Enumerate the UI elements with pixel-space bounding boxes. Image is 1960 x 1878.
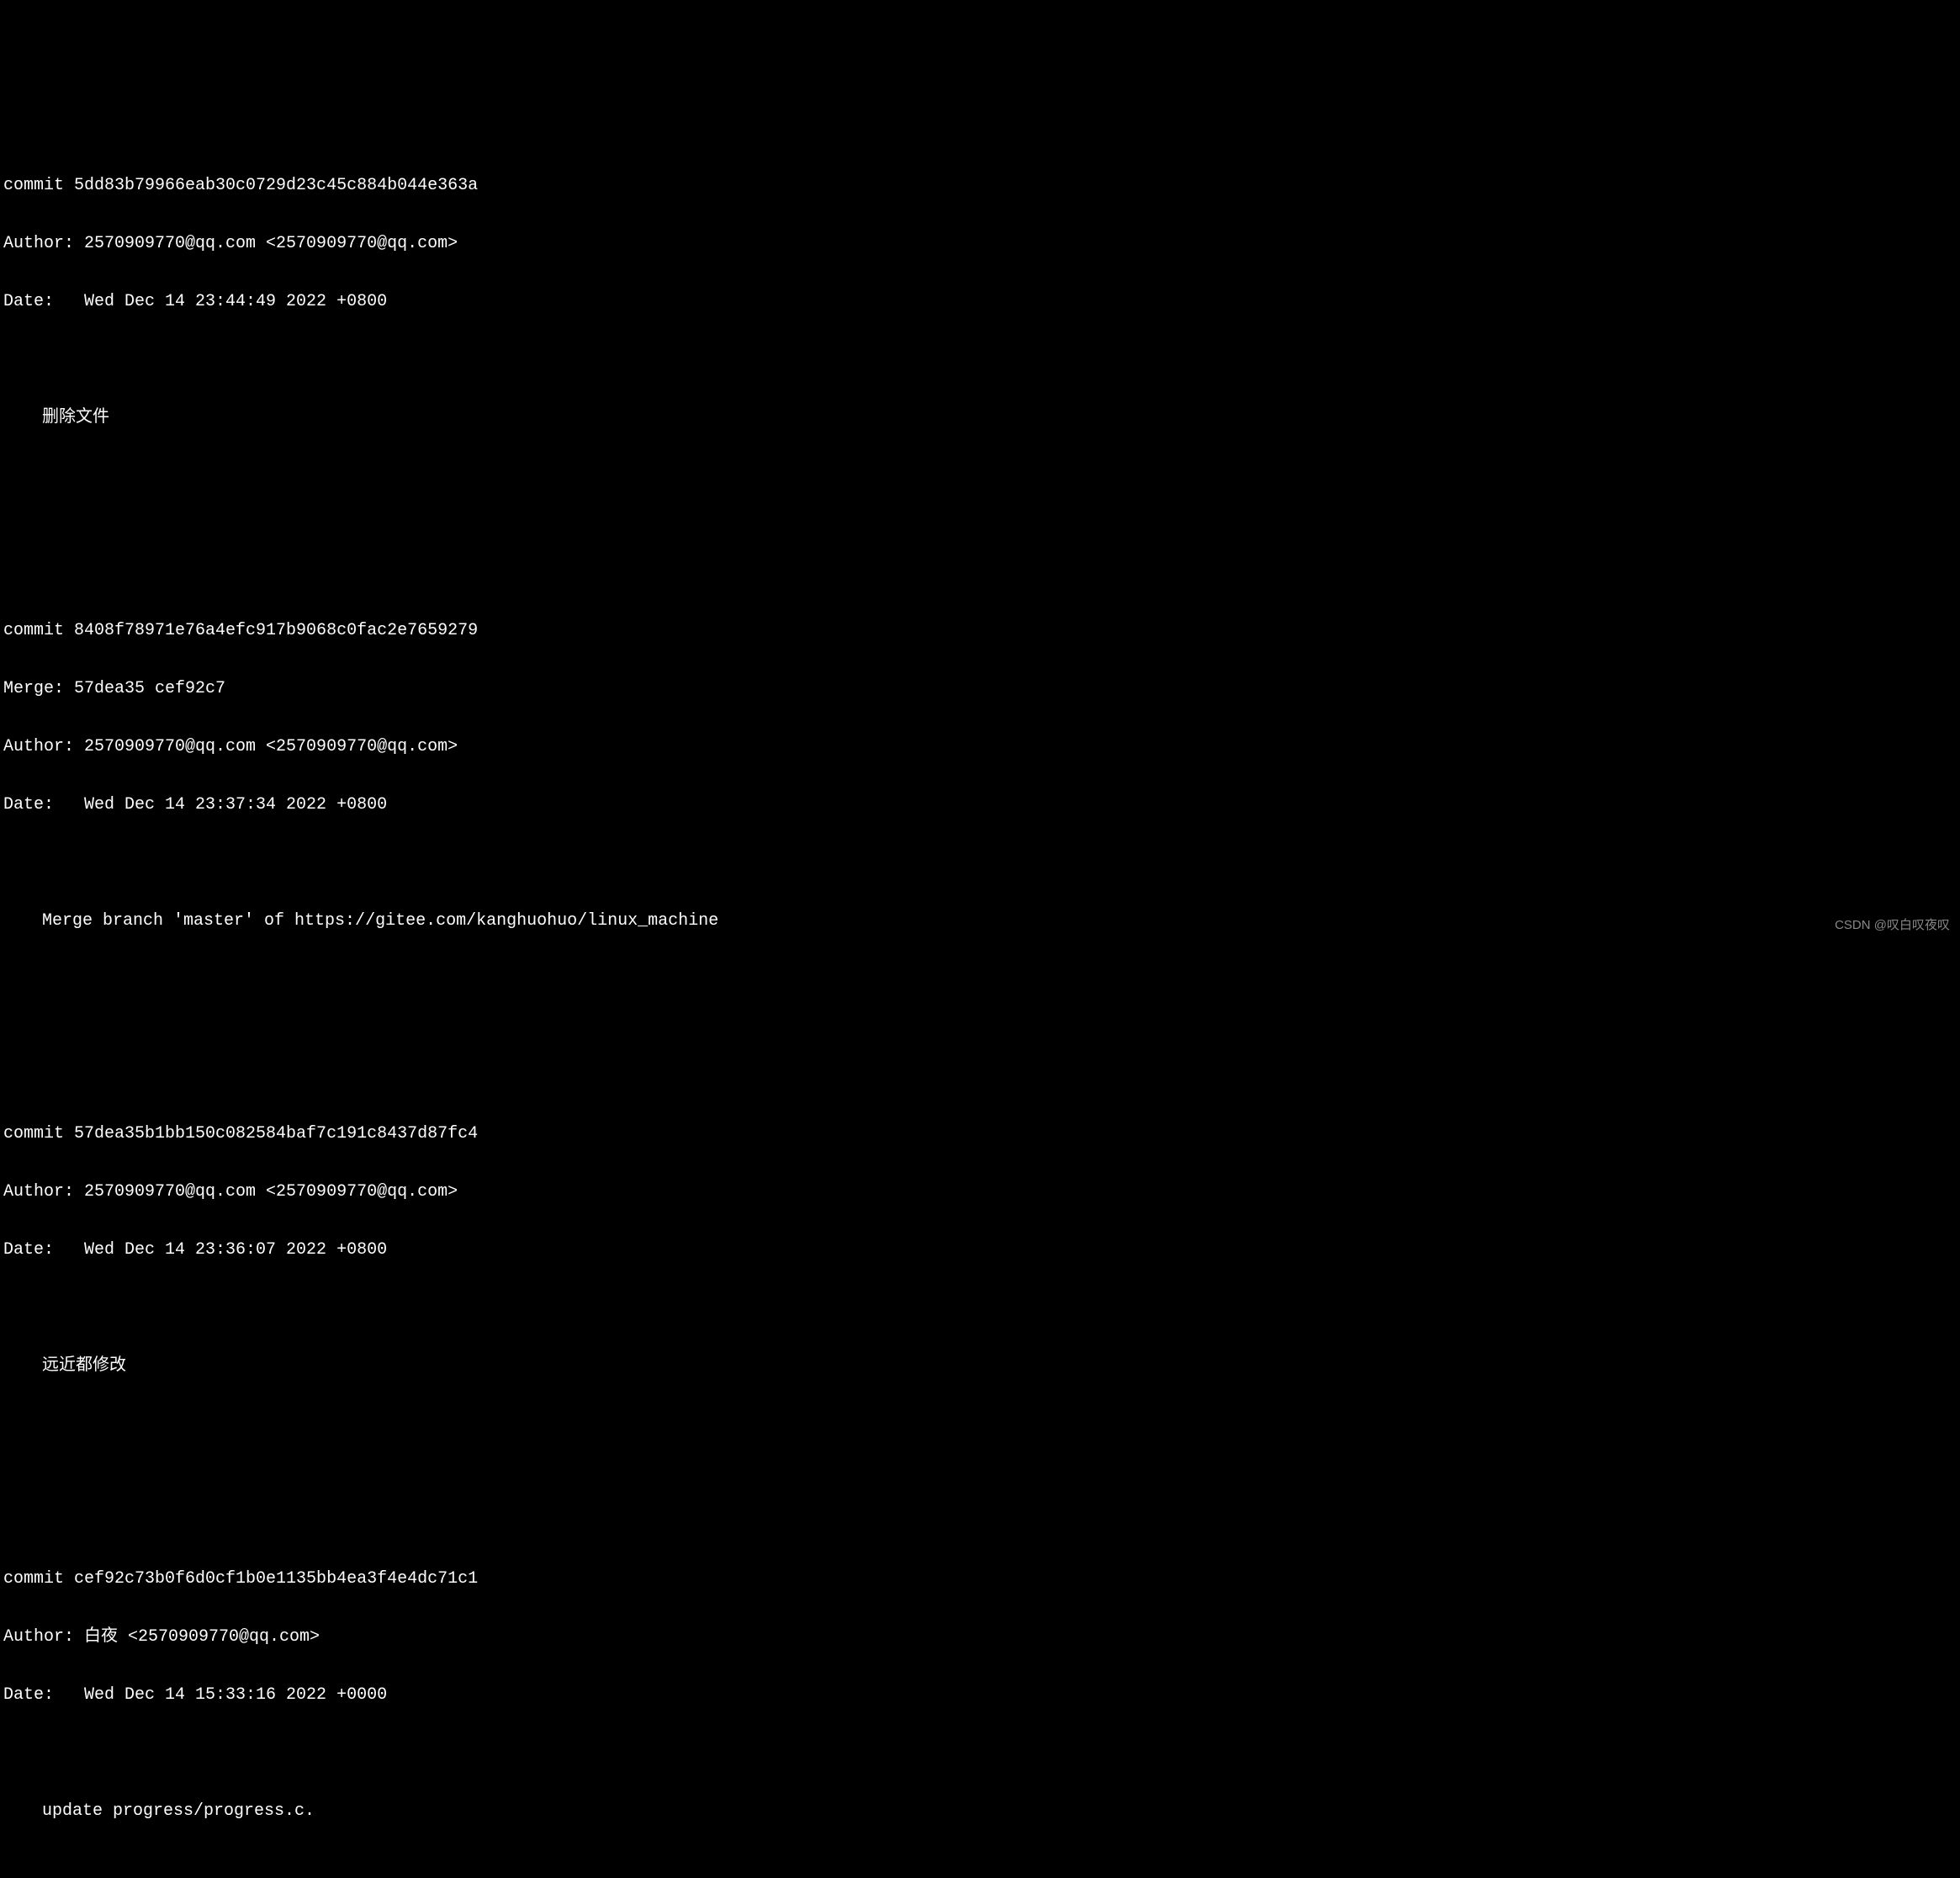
blank-line xyxy=(3,1743,1957,1763)
git-log-output: commit 5dd83b79966eab30c0729d23c45c884b0… xyxy=(3,79,1957,1878)
watermark: CSDN @叹白叹夜叹 xyxy=(1835,918,1950,932)
commit-message: update progress/progress.c. xyxy=(3,1801,1957,1821)
commit-entry: commit 57dea35b1bb150c082584baf7c191c843… xyxy=(3,1085,1957,1472)
commit-message: Merge branch 'master' of https://gitee.c… xyxy=(3,911,1957,931)
blank-line xyxy=(3,1298,1957,1318)
commit-author: Author: 2570909770@qq.com <2570909770@qq… xyxy=(3,1182,1957,1202)
blank-line xyxy=(3,1414,1957,1434)
commit-author: Author: 2570909770@qq.com <2570909770@qq… xyxy=(3,234,1957,253)
commit-hash: commit cef92c73b0f6d0cf1b0e1135bb4ea3f4e… xyxy=(3,1569,1957,1589)
commit-merge: Merge: 57dea35 cef92c7 xyxy=(3,679,1957,698)
commit-hash: commit 5dd83b79966eab30c0729d23c45c884b0… xyxy=(3,176,1957,195)
blank-line xyxy=(3,350,1957,369)
commit-date: Date: Wed Dec 14 23:44:49 2022 +0800 xyxy=(3,292,1957,311)
blank-line xyxy=(3,853,1957,873)
blank-line xyxy=(3,969,1957,989)
commit-date: Date: Wed Dec 14 23:37:34 2022 +0800 xyxy=(3,795,1957,814)
commit-entry: commit 8408f78971e76a4efc917b9068c0fac2e… xyxy=(3,582,1957,1027)
commit-entry: commit cef92c73b0f6d0cf1b0e1135bb4ea3f4e… xyxy=(3,1531,1957,1878)
commit-message: 删除文件 xyxy=(3,408,1957,427)
blank-line xyxy=(3,466,1957,485)
commit-date: Date: Wed Dec 14 23:36:07 2022 +0800 xyxy=(3,1240,1957,1260)
commit-date: Date: Wed Dec 14 15:33:16 2022 +0000 xyxy=(3,1685,1957,1705)
commit-message: 远近都修改 xyxy=(3,1356,1957,1376)
commit-entry: commit 5dd83b79966eab30c0729d23c45c884b0… xyxy=(3,137,1957,524)
commit-hash: commit 8408f78971e76a4efc917b9068c0fac2e… xyxy=(3,621,1957,640)
commit-author: Author: 2570909770@qq.com <2570909770@qq… xyxy=(3,737,1957,756)
commit-message-blank xyxy=(3,1859,1957,1878)
commit-hash: commit 57dea35b1bb150c082584baf7c191c843… xyxy=(3,1124,1957,1143)
commit-author: Author: 白夜 <2570909770@qq.com> xyxy=(3,1627,1957,1647)
